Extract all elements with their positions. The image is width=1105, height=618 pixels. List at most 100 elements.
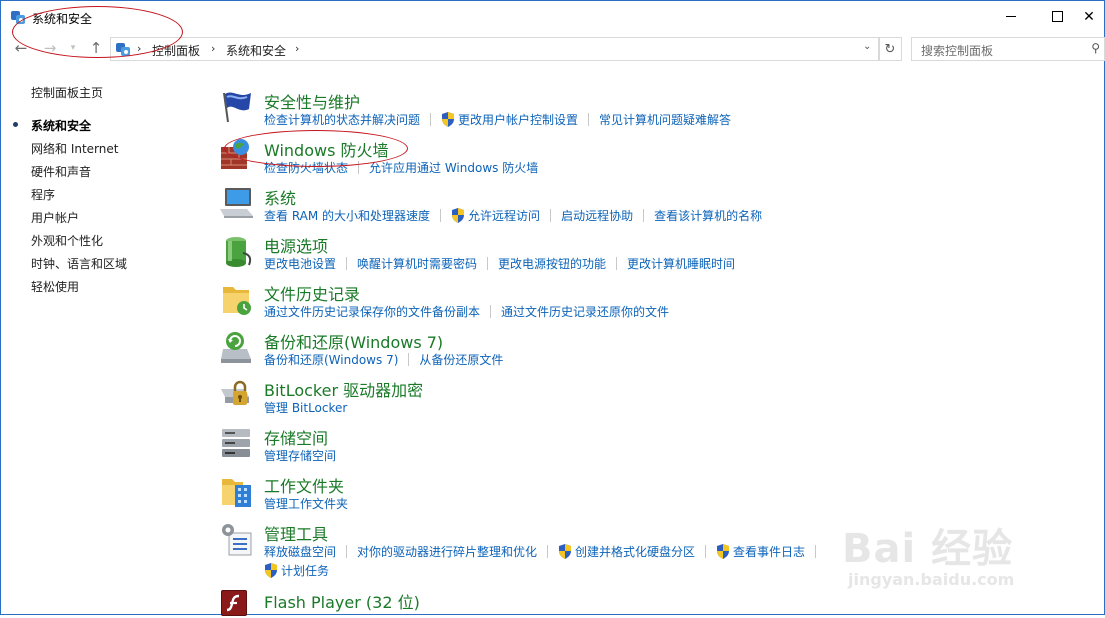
uac-shield-icon (442, 112, 455, 127)
firewall-icon (221, 139, 249, 169)
navigation-bar: ← → ▾ ↑ › 控制面板 › 系统和安全 › ⌄ ↻ 搜索控制面板 ⚲ (1, 35, 1105, 63)
task-link[interactable]: 常见计算机问题疑难解答 (599, 111, 731, 128)
task-link[interactable]: 查看事件日志 (733, 543, 805, 560)
breadcrumb-separator-icon[interactable]: › (295, 42, 299, 55)
category-title[interactable]: Windows 防火墙 (264, 137, 389, 161)
category-title[interactable]: 备份和还原(Windows 7) (264, 329, 443, 353)
search-icon: ⚲ (1091, 41, 1100, 55)
file-history-icon (223, 287, 251, 315)
task-link[interactable]: 检查计算机的状态并解决问题 (264, 111, 420, 128)
watermark-url: jingyan.baidu.com (848, 570, 1015, 589)
task-link[interactable]: 更改电池设置 (264, 255, 336, 272)
minimize-icon (1006, 16, 1016, 17)
category-title[interactable]: 电源选项 (264, 233, 328, 257)
uac-shield-icon (717, 544, 730, 559)
task-link[interactable]: 管理工作文件夹 (264, 495, 348, 512)
nav-ease-of-access[interactable]: 轻松使用 (31, 278, 79, 295)
task-link[interactable]: 更改计算机睡眠时间 (627, 255, 735, 272)
task-link[interactable]: 更改电源按钮的功能 (498, 255, 606, 272)
category-title[interactable]: 安全性与维护 (264, 89, 360, 113)
close-icon: ✕ (1083, 8, 1095, 25)
task-link[interactable]: 启动远程协助 (561, 207, 633, 224)
nav-system-security[interactable]: 系统和安全 (31, 117, 91, 134)
category-links-row-2: 计划任务 (264, 562, 329, 579)
arrow-left-icon: ← (14, 39, 28, 57)
category-title[interactable]: Flash Player (32 位) (264, 589, 420, 613)
task-link[interactable]: 查看 RAM 的大小和处理器速度 (264, 207, 430, 224)
bitlocker-icon (221, 380, 249, 405)
arrow-right-icon: → (43, 39, 57, 57)
flag-icon (223, 92, 251, 123)
recent-locations-button[interactable]: ▾ (64, 39, 82, 57)
category-title[interactable]: 系统 (264, 185, 296, 209)
task-link[interactable]: 备份和还原(Windows 7) (264, 351, 398, 368)
task-link[interactable]: 释放磁盘空间 (264, 543, 336, 560)
work-folders-icon (222, 479, 251, 507)
breadcrumb-separator-icon[interactable]: › (137, 42, 141, 55)
task-link[interactable]: 创建并格式化硬盘分区 (575, 543, 695, 560)
address-bar[interactable]: › 控制面板 › 系统和安全 › ⌄ (110, 37, 880, 61)
task-link[interactable]: 计划任务 (281, 562, 329, 579)
flash-icon (221, 590, 247, 616)
task-link[interactable]: 检查防火墙状态 (264, 159, 348, 176)
category-title[interactable]: 存储空间 (264, 425, 328, 449)
maximize-icon (1051, 11, 1063, 22)
up-button[interactable]: ↑ (87, 39, 105, 57)
category-links: 更改电池设置 唤醒计算机时需要密码 更改电源按钮的功能 更改计算机睡眠时间 (264, 255, 735, 272)
breadcrumb-control-panel[interactable]: 控制面板 (152, 42, 200, 59)
nav-user-accounts[interactable]: 用户帐户 (31, 209, 79, 226)
refresh-button[interactable]: ↻ (878, 37, 902, 61)
breadcrumb-separator-icon[interactable]: › (211, 42, 215, 55)
category-links: 管理存储空间 (264, 447, 336, 464)
category-title[interactable]: 工作文件夹 (264, 473, 344, 497)
category-links: 管理工作文件夹 (264, 495, 348, 512)
task-link[interactable]: 查看该计算机的名称 (654, 207, 762, 224)
task-link[interactable]: 管理存储空间 (264, 447, 336, 464)
nav-appearance[interactable]: 外观和个性化 (31, 232, 103, 249)
category-title[interactable]: BitLocker 驱动器加密 (264, 377, 423, 401)
nav-network-internet[interactable]: 网络和 Internet (31, 140, 118, 157)
search-input[interactable]: 搜索控制面板 ⚲ (911, 37, 1105, 61)
nav-control-panel-home[interactable]: 控制面板主页 (31, 84, 103, 101)
nav-programs[interactable]: 程序 (31, 186, 55, 203)
task-link[interactable]: 通过文件历史记录还原你的文件 (501, 303, 669, 320)
forward-button[interactable]: → (41, 39, 59, 57)
control-panel-icon (11, 11, 25, 24)
watermark-brand: Bai 经验 (842, 526, 1014, 572)
chevron-down-icon: ▾ (70, 43, 76, 53)
arrow-up-icon: ↑ (89, 39, 103, 57)
title-bar: 系统和安全 ✕ (1, 1, 1104, 32)
category-title[interactable]: 管理工具 (264, 521, 328, 545)
task-link[interactable]: 通过文件历史记录保存你的文件备份副本 (264, 303, 480, 320)
close-button[interactable]: ✕ (1074, 1, 1104, 32)
breadcrumb-system-security[interactable]: 系统和安全 (226, 42, 286, 59)
uac-shield-icon (559, 544, 572, 559)
category-links: 检查防火墙状态 允许应用通过 Windows 防火墙 (264, 159, 538, 176)
category-links: 查看 RAM 的大小和处理器速度 允许远程访问 启动远程协助 查看该计算机的名称 (264, 207, 762, 224)
category-links: 检查计算机的状态并解决问题 更改用户帐户控制设置 常见计算机问题疑难解答 (264, 111, 731, 128)
chevron-down-icon[interactable]: ⌄ (863, 41, 871, 52)
task-link[interactable]: 唤醒计算机时需要密码 (357, 255, 477, 272)
task-link[interactable]: 从备份还原文件 (419, 351, 503, 368)
uac-shield-icon (265, 563, 277, 578)
battery-icon (226, 237, 252, 267)
window-title: 系统和安全 (32, 12, 93, 26)
minimize-button[interactable] (988, 1, 1034, 32)
task-link[interactable]: 允许应用通过 Windows 防火墙 (369, 159, 538, 176)
current-bullet-icon (13, 122, 18, 127)
category-links: 释放磁盘空间 对你的驱动器进行碎片整理和优化 创建并格式化硬盘分区 查看事件日志 (264, 543, 826, 560)
task-link[interactable]: 管理 BitLocker (264, 399, 347, 416)
back-button[interactable]: ← (12, 39, 30, 57)
control-panel-icon (116, 43, 130, 56)
category-links: 管理 BitLocker (264, 399, 347, 416)
task-link[interactable]: 允许远程访问 (468, 207, 540, 224)
watermark: Bai 经验 jingyan.baidu.com (842, 516, 1052, 612)
category-links: 备份和还原(Windows 7) 从备份还原文件 (264, 351, 503, 368)
nav-hardware-sound[interactable]: 硬件和声音 (31, 163, 91, 180)
task-link[interactable]: 更改用户帐户控制设置 (458, 111, 578, 128)
category-title[interactable]: 文件历史记录 (264, 281, 360, 305)
nav-clock-region[interactable]: 时钟、语言和区域 (31, 255, 127, 272)
uac-shield-icon (452, 208, 465, 223)
refresh-icon: ↻ (884, 41, 896, 57)
task-link[interactable]: 对你的驱动器进行碎片整理和优化 (357, 543, 537, 560)
